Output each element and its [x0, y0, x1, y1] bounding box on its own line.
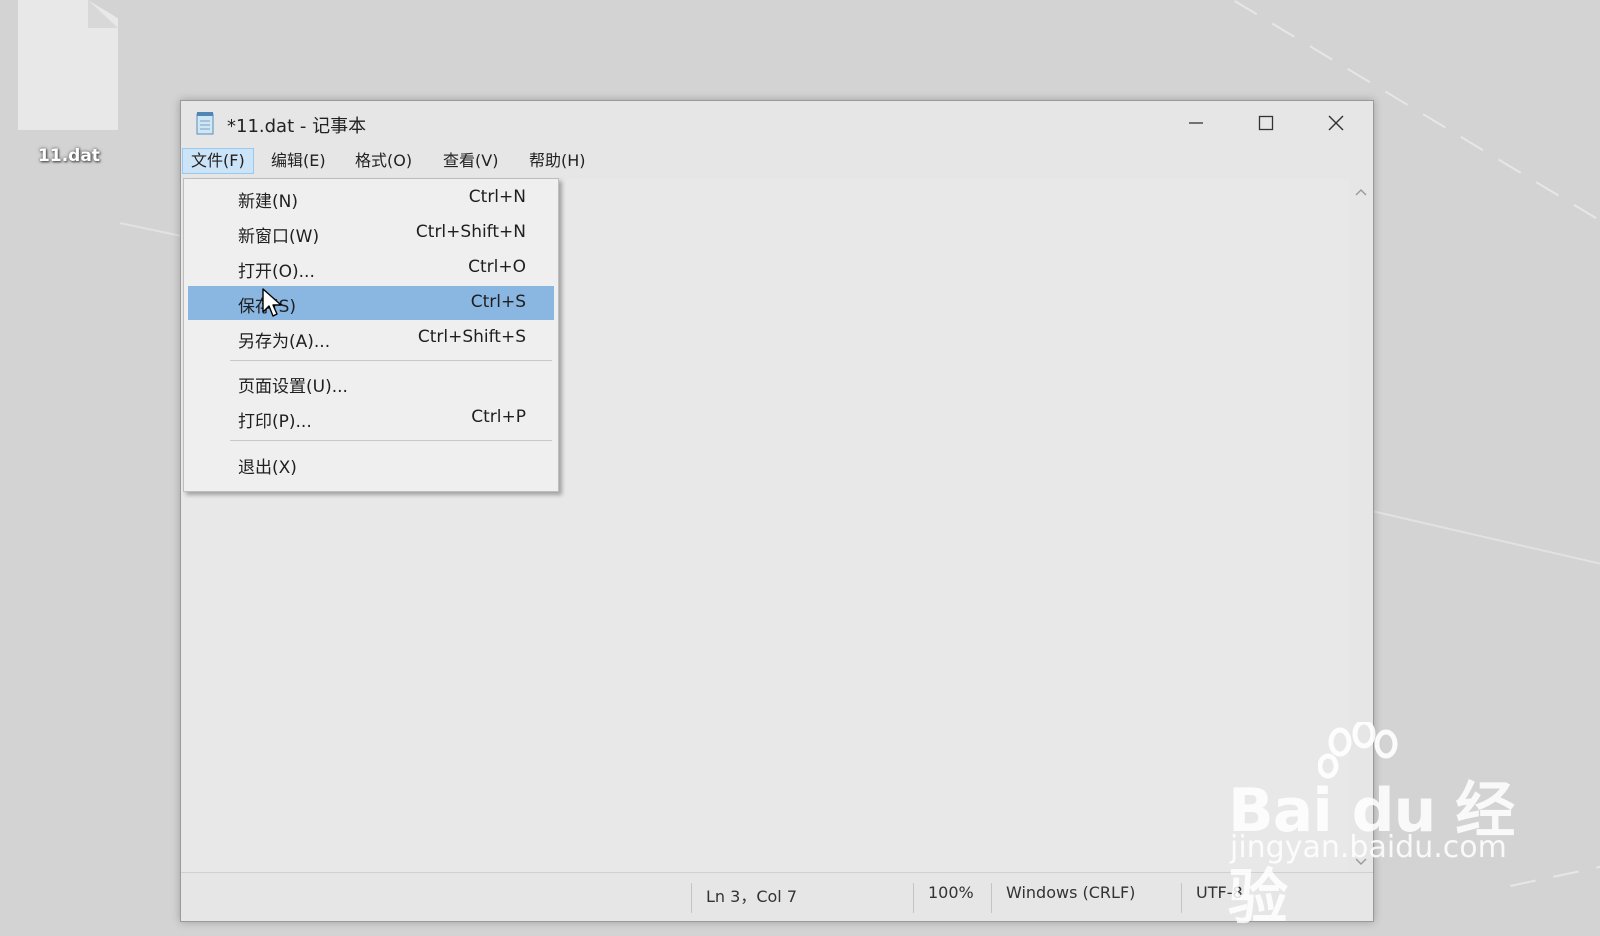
desktop-file-11-dat[interactable]: 11.dat [14, 0, 124, 175]
menu-separator [230, 360, 552, 361]
menu-item-save[interactable]: 保存(S) Ctrl+S [188, 286, 554, 320]
status-zoom: 100% [913, 883, 974, 913]
menu-item-new[interactable]: 新建(N) Ctrl+N [188, 181, 554, 215]
minimize-button[interactable] [1161, 101, 1231, 145]
menu-item-print[interactable]: 打印(P)... Ctrl+P [188, 401, 554, 435]
background-line [119, 222, 189, 239]
close-button[interactable] [1301, 101, 1371, 145]
minimize-icon [1189, 122, 1203, 124]
background-line [1371, 510, 1600, 566]
menu-item-shortcut: Ctrl+P [471, 407, 526, 427]
menu-item-label: 新窗口(W) [238, 227, 320, 247]
menu-item-label: 退出(X) [238, 458, 297, 478]
title-bar[interactable]: *11.dat - 记事本 [181, 101, 1373, 145]
menu-item-label: 新建(N) [238, 192, 298, 212]
maximize-button[interactable] [1231, 101, 1301, 145]
status-line-ending: Windows (CRLF) [991, 883, 1135, 913]
menu-edit[interactable]: 编辑(E) [263, 148, 334, 174]
menu-item-shortcut: Ctrl+Shift+N [415, 222, 526, 242]
watermark-url: jingyan.baidu.com [1230, 830, 1507, 865]
maximize-icon [1258, 115, 1274, 131]
menu-item-new-window[interactable]: 新窗口(W) Ctrl+Shift+N [188, 216, 554, 250]
window-title: *11.dat - 记事本 [227, 116, 367, 137]
menu-item-label: 页面设置(U)... [238, 377, 348, 397]
menu-item-label: 打印(P)... [238, 412, 312, 432]
menu-item-shortcut: Ctrl+Shift+S [417, 327, 526, 347]
menu-bar: 文件(F) 编辑(E) 格式(O) 查看(V) 帮助(H) [181, 145, 1373, 177]
menu-item-save-as[interactable]: 另存为(A)... Ctrl+Shift+S [188, 321, 554, 355]
menu-format[interactable]: 格式(O) [347, 148, 420, 174]
menu-separator [230, 440, 552, 441]
menu-item-label: 另存为(A)... [238, 332, 331, 352]
menu-view[interactable]: 查看(V) [435, 148, 506, 174]
menu-item-shortcut: Ctrl+O [468, 257, 526, 277]
close-icon [1328, 115, 1344, 131]
menu-item-exit[interactable]: 退出(X) [188, 447, 554, 481]
menu-item-shortcut: Ctrl+S [470, 292, 526, 312]
menu-item-shortcut: Ctrl+N [468, 187, 526, 207]
file-menu-dropdown: 新建(N) Ctrl+N 新窗口(W) Ctrl+Shift+N 打开(O)..… [183, 178, 559, 492]
mouse-pointer-icon [262, 288, 282, 317]
scroll-up-icon[interactable] [1355, 187, 1367, 197]
baidu-watermark: Bai du 经验 jingyan.baidu.com [1228, 722, 1528, 933]
menu-item-label: 打开(O)... [238, 262, 315, 282]
menu-help[interactable]: 帮助(H) [521, 148, 594, 174]
desktop-file-label: 11.dat [38, 146, 100, 166]
notepad-icon [196, 112, 214, 135]
menu-item-open[interactable]: 打开(O)... Ctrl+O [188, 251, 554, 285]
menu-item-page-setup[interactable]: 页面设置(U)... [188, 366, 554, 400]
menu-file[interactable]: 文件(F) [182, 148, 254, 174]
status-cursor-position: Ln 3，Col 7 [691, 883, 797, 913]
status-bar: Ln 3，Col 7 100% Windows (CRLF) UTF-8 [181, 872, 1373, 921]
